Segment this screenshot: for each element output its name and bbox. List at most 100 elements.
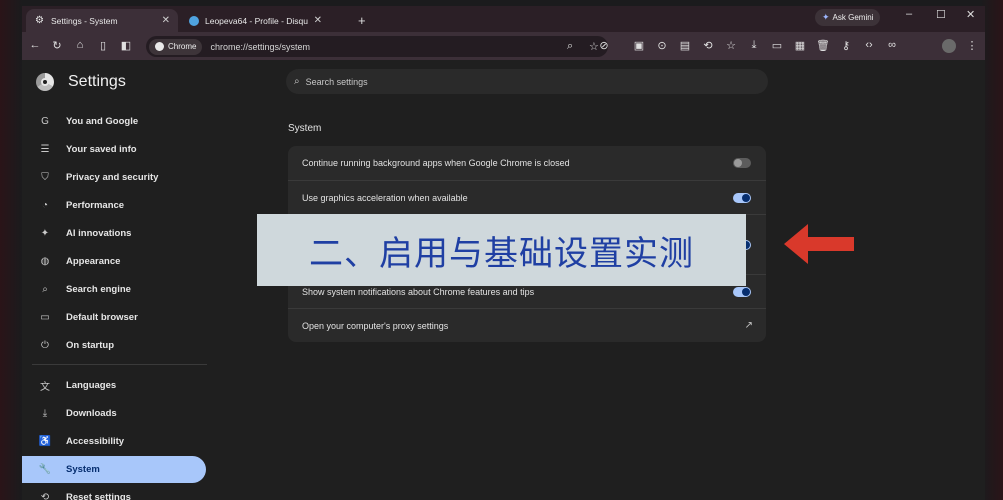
setting-row-proxy[interactable]: Open your computer's proxy settings ↗ <box>288 308 766 342</box>
sidebar-item-label: Default browser <box>66 312 138 323</box>
setting-label: Open your computer's proxy settings <box>302 320 449 331</box>
sidebar: Settings G You and Google ☰ Your saved inf… <box>22 60 212 500</box>
overlay-banner: 二、启用与基础设置实测 <box>257 214 746 286</box>
setting-row-graphics-acceleration[interactable]: Use graphics acceleration when available <box>288 180 766 214</box>
sidebar-item-accessibility[interactable]: ♿ Accessibility <box>22 428 206 455</box>
graphics-acceleration-toggle[interactable] <box>733 192 751 203</box>
gemini-sparkle-icon: ✦ <box>822 12 830 22</box>
chip-label: Chrome <box>168 42 197 51</box>
download-icon: ⤓ <box>42 408 48 419</box>
chrome-logo-icon <box>36 73 54 91</box>
delete-icon[interactable]: 🗑 <box>816 38 830 52</box>
setting-label: Use graphics acceleration when available <box>302 192 468 203</box>
devtools-icon[interactable]: ‹› <box>862 38 876 52</box>
sidebar-divider <box>32 364 207 365</box>
sidebar-item-ai-innovations[interactable]: ✦ AI innovations <box>22 220 206 247</box>
sidebar-item-label: Downloads <box>66 408 117 419</box>
sidebar-item-label: Performance <box>66 200 125 211</box>
sidebar-item-search-engine[interactable]: ⌕ Search engine <box>22 276 206 303</box>
close-icon[interactable]: ✕ <box>314 15 322 26</box>
shield-icon: ⛉ <box>41 172 49 183</box>
zoom-icon[interactable]: ⌕ <box>567 40 573 53</box>
site-chip[interactable]: Chrome <box>149 38 203 55</box>
screenshot-icon[interactable]: ⊙ <box>655 38 669 52</box>
link-icon[interactable]: ∞ <box>885 38 899 52</box>
search-input[interactable]: ⌕ Search settings <box>286 69 768 94</box>
power-icon: ⏻ <box>41 340 49 351</box>
avatar[interactable] <box>942 39 956 53</box>
accessibility-icon: ♿ <box>38 436 52 447</box>
sidebar-item-label: Appearance <box>66 256 121 267</box>
background-apps-toggle[interactable] <box>733 158 751 168</box>
tab-title: Leopeva64 - Profile - Disqus <box>205 15 308 26</box>
reset-icon: ⟲ <box>40 492 50 500</box>
sidebar-item-label: On startup <box>66 340 115 351</box>
sidebar-item-appearance[interactable]: ◍ Appearance <box>22 248 206 275</box>
maximize-icon[interactable]: ☐ <box>936 8 946 21</box>
sidebar-item-languages[interactable]: 文 Languages <box>22 372 206 399</box>
minimize-icon[interactable]: – <box>906 8 912 20</box>
close-window-icon[interactable]: ✕ <box>966 8 975 21</box>
tab-disqus-profile[interactable]: Leopeva64 - Profile - Disqus ✕ <box>180 9 330 32</box>
sidebar-item-label: Accessibility <box>66 436 125 447</box>
password-icon[interactable]: ⚷ <box>839 38 853 52</box>
history-icon[interactable]: ⟲ <box>701 38 715 52</box>
sidebar-item-label: AI innovations <box>66 228 132 239</box>
sidebar-item-label: You and Google <box>66 116 139 127</box>
side-panel-icon[interactable]: ◧ <box>119 38 133 52</box>
sidebar-item-label: Your saved info <box>66 144 137 155</box>
reload-icon[interactable]: ↻ <box>50 38 64 52</box>
setting-label: Continue running background apps when Go… <box>302 158 570 168</box>
tab-search-icon[interactable]: ▣ <box>632 38 646 52</box>
reading-mode-icon[interactable]: ▯ <box>96 38 110 52</box>
extension-icon[interactable]: ⊘ <box>597 38 611 52</box>
apps-icon[interactable]: ▦ <box>793 38 807 52</box>
search-icon: ⌕ <box>42 284 48 295</box>
sidebar-item-default-browser[interactable]: ▭ Default browser <box>22 304 206 331</box>
downloads-icon[interactable]: ⤓ <box>747 38 761 52</box>
close-icon[interactable]: ✕ <box>162 15 170 26</box>
section-title: System <box>288 123 322 134</box>
home-icon[interactable]: ⌂ <box>73 38 87 52</box>
page-title: Settings <box>68 73 126 90</box>
url-text: chrome://settings/system <box>210 41 310 52</box>
address-bar[interactable]: Chrome chrome://settings/system ⌕ ☆ <box>146 36 608 57</box>
google-icon: G <box>41 116 49 127</box>
new-tab-icon[interactable]: + <box>358 13 366 28</box>
sidebar-item-reset-settings[interactable]: ⟲ Reset settings <box>22 484 206 500</box>
sidebar-item-privacy[interactable]: ⛉ Privacy and security <box>22 164 206 191</box>
translate-icon: 文 <box>40 382 50 393</box>
sidebar-item-on-startup[interactable]: ⏻ On startup <box>22 332 206 359</box>
reading-list-icon[interactable]: ▤ <box>678 38 692 52</box>
sidebar-item-saved-info[interactable]: ☰ Your saved info <box>22 136 206 163</box>
toolbar: ← ↻ ⌂ ▯ ◧ Chrome chrome://settings/syste… <box>22 32 985 60</box>
ask-gemini-button[interactable]: ✦ Ask Gemini <box>815 9 881 26</box>
bookmarks-icon[interactable]: ☆ <box>724 38 738 52</box>
wrench-icon: 🔧 <box>38 464 52 475</box>
sidebar-item-you-and-google[interactable]: G You and Google <box>22 108 206 135</box>
ask-gemini-label: Ask Gemini <box>832 13 874 22</box>
sidebar-item-system[interactable]: 🔧 System <box>22 456 206 483</box>
back-icon[interactable]: ← <box>28 38 42 52</box>
gear-icon: ⚙ <box>35 15 44 26</box>
setting-row-background-apps[interactable]: Continue running background apps when Go… <box>288 146 766 180</box>
sidebar-item-label: Reset settings <box>66 492 131 500</box>
search-placeholder: Search settings <box>305 76 368 87</box>
sidebar-item-label: Languages <box>66 380 117 391</box>
sparkle-icon: ✦ <box>40 228 50 239</box>
red-arrow-icon <box>784 224 854 264</box>
external-link-icon[interactable]: ↗ <box>745 320 753 331</box>
menu-icon[interactable]: ⋮ <box>965 38 979 52</box>
palette-icon: ◍ <box>40 256 50 267</box>
sidebar-item-downloads[interactable]: ⤓ Downloads <box>22 400 206 427</box>
search-icon: ⌕ <box>294 76 300 87</box>
system-notifications-toggle[interactable] <box>733 286 751 297</box>
sidebar-item-label: System <box>66 464 100 475</box>
devices-icon[interactable]: ▭ <box>770 38 784 52</box>
settings-brand: Settings <box>36 73 126 91</box>
tab-settings-system[interactable]: ⚙ Settings - System ✕ <box>26 9 178 32</box>
disqus-icon <box>188 15 199 26</box>
sidebar-item-performance[interactable]: ◔ Performance <box>22 192 206 219</box>
chrome-logo-icon <box>155 42 164 51</box>
sidebar-item-label: Privacy and security <box>66 172 159 183</box>
